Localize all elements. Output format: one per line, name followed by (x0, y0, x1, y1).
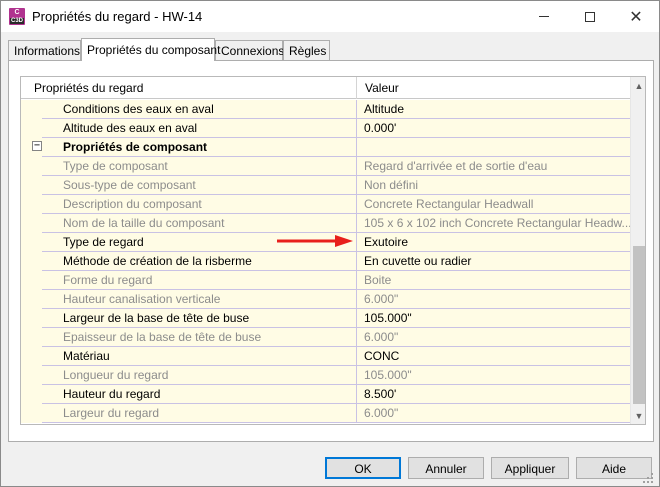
grid-row-downstream-conditions[interactable]: Conditions des eaux en aval Altitude (21, 100, 630, 119)
property-value: 6.000" (364, 406, 399, 420)
close-button[interactable]: ✕ (613, 1, 659, 32)
property-name: Description du composant (42, 195, 357, 214)
property-value: Concrete Rectangular Headwall (364, 197, 534, 211)
grid-row-structure-length: Longueur du regard 105.000" (21, 366, 630, 385)
grid-row-component-description: Description du composant Concrete Rectan… (21, 195, 630, 214)
row-gutter (21, 309, 42, 328)
row-gutter (21, 385, 42, 404)
grid-header: Propriétés du regard Valeur (21, 77, 630, 99)
header-property[interactable]: Propriétés du regard (21, 77, 357, 99)
row-gutter (21, 176, 42, 195)
scroll-up-arrow-icon[interactable]: ▲ (631, 77, 645, 94)
property-value: 6.000" (364, 292, 399, 306)
property-value: Boite (364, 273, 392, 287)
row-gutter (21, 100, 42, 119)
row-gutter (21, 214, 42, 233)
tab-connexions[interactable]: Connexions (215, 40, 284, 60)
category-row-component-properties[interactable]: − Propriétés de composant (21, 138, 630, 157)
grid-row-component-subtype: Sous-type de composant Non défini (21, 176, 630, 195)
property-value[interactable]: En cuvette ou radier (357, 252, 630, 271)
property-value[interactable]: 105.000" (357, 309, 630, 328)
property-name: Forme du regard (42, 271, 357, 290)
vertical-scrollbar[interactable]: ▲ ▼ (630, 77, 645, 424)
row-gutter (21, 271, 42, 290)
property-name: Epaisseur de la base de tête de buse (42, 328, 357, 347)
tab-regles[interactable]: Règles (283, 40, 330, 60)
grid-row-structure-width: Largeur du regard 6.000" (21, 404, 630, 423)
grid-row-structure-shape: Forme du regard Boite (21, 271, 630, 290)
property-name: Matériau (42, 347, 357, 366)
property-grid: Propriétés du regard Valeur Conditions d… (20, 76, 646, 425)
property-value[interactable]: 8.500' (357, 385, 630, 404)
properties-dialog: C C3D Propriétés du regard - HW-14 ✕ Inf… (0, 0, 660, 487)
row-gutter (21, 195, 42, 214)
grid-row-vertical-pipe-height: Hauteur canalisation verticale 6.000" (21, 290, 630, 309)
ok-button[interactable]: OK (325, 457, 401, 479)
maximize-button[interactable] (567, 1, 613, 32)
category-name: Propriétés de composant (42, 138, 357, 157)
property-value: Non défini (364, 178, 419, 192)
header-value[interactable]: Valeur (358, 77, 630, 99)
tab-component-properties[interactable]: Propriétés du composant (81, 38, 220, 61)
maximize-icon (585, 11, 595, 22)
collapse-toggle-icon[interactable]: − (32, 141, 42, 151)
property-name: Conditions des eaux en aval (42, 100, 357, 119)
civil3d-app-icon: C C3D (9, 8, 25, 25)
cancel-button[interactable]: Annuler (408, 457, 484, 479)
grid-row-downstream-elevation[interactable]: Altitude des eaux en aval 0.000' (21, 119, 630, 138)
grid-rows: Conditions des eaux en aval Altitude Alt… (21, 100, 630, 423)
minimize-icon (539, 16, 549, 17)
grid-row-structure-height[interactable]: Hauteur du regard 8.500' (21, 385, 630, 404)
property-name: Longueur du regard (42, 366, 357, 385)
grid-row-sump-method[interactable]: Méthode de création de la risberme En cu… (21, 252, 630, 271)
tab-informations[interactable]: Informations (8, 40, 81, 60)
row-gutter (21, 328, 42, 347)
property-name: Largeur du regard (42, 404, 357, 423)
row-gutter (21, 366, 42, 385)
grid-row-headwall-base-width[interactable]: Largeur de la base de tête de buse 105.0… (21, 309, 630, 328)
app-icon-letter: C (14, 9, 20, 16)
row-gutter (21, 404, 42, 423)
property-name: Méthode de création de la risberme (42, 252, 357, 271)
property-name: Hauteur canalisation verticale (42, 290, 357, 309)
property-value[interactable]: Altitude (357, 100, 630, 119)
row-gutter (21, 119, 42, 138)
app-icon-sub: C3D (10, 18, 24, 24)
scrollbar-thumb[interactable] (633, 246, 645, 404)
red-arrow-annotation-icon (277, 235, 353, 247)
property-value[interactable]: Exutoire (357, 233, 630, 252)
title-bar[interactable]: C C3D Propriétés du regard - HW-14 ✕ (1, 1, 659, 32)
row-gutter (21, 157, 42, 176)
property-name: Largeur de la base de tête de buse (42, 309, 357, 328)
minimize-button[interactable] (521, 1, 567, 32)
close-icon: ✕ (629, 6, 643, 26)
grid-row-material[interactable]: Matériau CONC (21, 347, 630, 366)
resize-grip-icon[interactable] (642, 472, 654, 484)
property-name: Sous-type de composant (42, 176, 357, 195)
property-name: Hauteur du regard (42, 385, 357, 404)
property-value: Regard d'arrivée et de sortie d'eau (364, 159, 548, 173)
property-value: 6.000" (364, 330, 399, 344)
property-name: Nom de la taille du composant (42, 214, 357, 233)
property-value[interactable]: CONC (357, 347, 630, 366)
grid-row-component-type: Type de composant Regard d'arrivée et de… (21, 157, 630, 176)
grid-row-component-size-name: Nom de la taille du composant 105 x 6 x … (21, 214, 630, 233)
scroll-down-arrow-icon[interactable]: ▼ (631, 407, 645, 424)
row-gutter (21, 347, 42, 366)
property-value[interactable]: 0.000' (357, 119, 630, 138)
property-name: Altitude des eaux en aval (42, 119, 357, 138)
property-name: Type de composant (42, 157, 357, 176)
category-value (357, 138, 630, 157)
row-gutter (21, 252, 42, 271)
apply-button[interactable]: Appliquer (491, 457, 569, 479)
row-gutter (21, 290, 42, 309)
window-title: Propriétés du regard - HW-14 (32, 9, 203, 24)
grid-row-headwall-base-thickness: Epaisseur de la base de tête de buse 6.0… (21, 328, 630, 347)
help-button[interactable]: Aide (576, 457, 652, 479)
arrow-head (335, 235, 353, 247)
property-value: 105.000" (364, 368, 412, 382)
property-value: 105 x 6 x 102 inch Concrete Rectangular … (364, 216, 630, 230)
row-gutter (21, 233, 42, 252)
